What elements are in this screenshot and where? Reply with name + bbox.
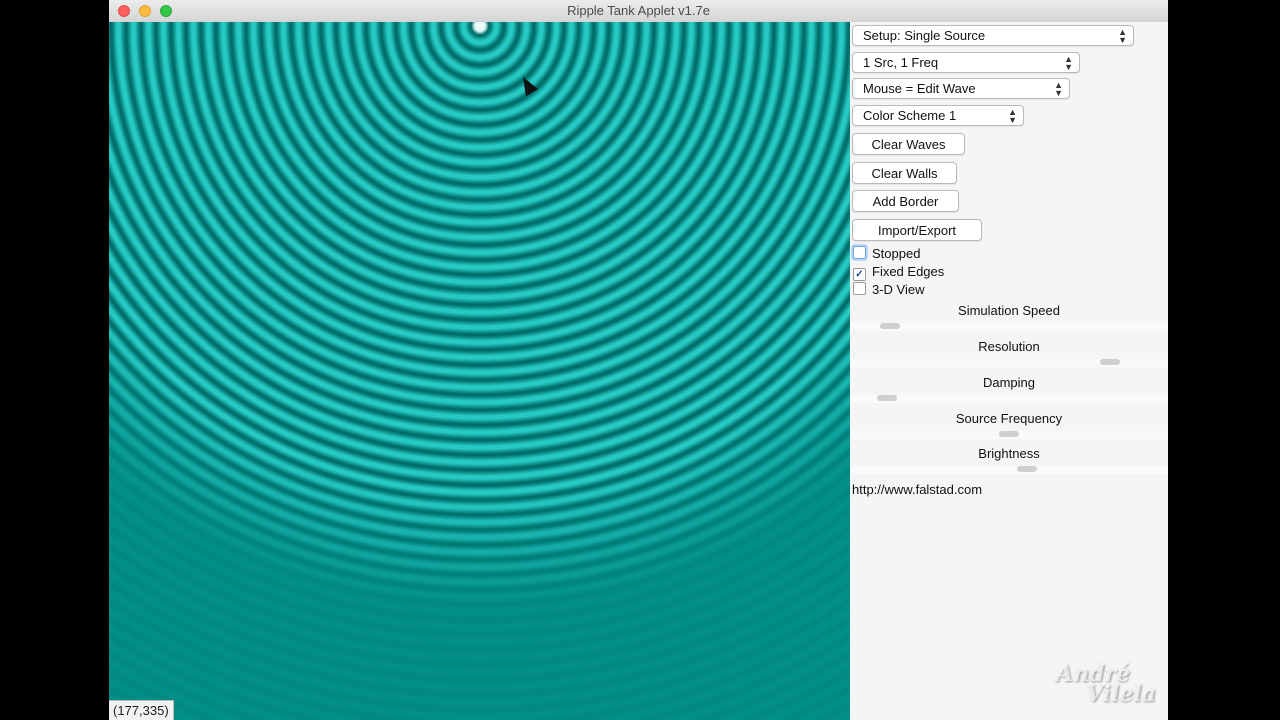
ripple-tank-canvas[interactable]: (177,335) <box>109 22 850 720</box>
source-frequency-slider[interactable] <box>850 431 1168 439</box>
window-title: Ripple Tank Applet v1.7e <box>567 3 710 18</box>
slider-thumb[interactable] <box>999 431 1019 437</box>
checkbox-checked-icon[interactable]: ✓ <box>853 268 866 281</box>
resolution-slider[interactable] <box>850 359 1168 367</box>
clear-walls-button[interactable]: Clear Walls <box>852 162 957 184</box>
clear-waves-button[interactable]: Clear Waves <box>852 133 965 155</box>
source-frequency-label: Source Frequency <box>955 411 1063 426</box>
watermark: André Vilela <box>1056 663 1157 707</box>
checkbox-unchecked-icon[interactable] <box>853 246 866 259</box>
stopped-checkbox[interactable]: Stopped <box>853 246 920 261</box>
import-export-button[interactable]: Import/Export <box>852 219 982 241</box>
color-scheme-select[interactable]: Color Scheme 1 ▲ ▼ <box>852 105 1024 126</box>
fixed-edges-label: Fixed Edges <box>872 264 945 279</box>
control-panel: Setup: Single Source ▲ ▼ 1 Src, 1 Freq ▲ ▼… <box>850 22 1168 720</box>
mouse-mode-select-value: Mouse = Edit Wave <box>863 81 976 96</box>
select-arrows-icon: ▲ ▼ <box>1054 80 1063 98</box>
setup-select[interactable]: Setup: Single Source ▲ ▼ <box>852 25 1134 46</box>
mouse-mode-select[interactable]: Mouse = Edit Wave ▲ ▼ <box>852 78 1070 99</box>
checkbox-unchecked-icon[interactable] <box>853 282 866 295</box>
simulation-speed-label: Simulation Speed <box>958 303 1060 318</box>
fixed-edges-checkbox[interactable]: ✓ Fixed Edges <box>853 264 944 281</box>
select-arrows-icon: ▲ ▼ <box>1064 54 1073 72</box>
3d-view-label: 3-D View <box>872 282 925 297</box>
sources-select[interactable]: 1 Src, 1 Freq ▲ ▼ <box>852 52 1080 73</box>
coordinate-readout: (177,335) <box>109 700 174 720</box>
setup-select-value: Setup: Single Source <box>863 28 986 43</box>
watermark-line2: Vilela <box>1086 681 1157 707</box>
damping-label: Damping <box>982 375 1036 390</box>
3d-view-checkbox[interactable]: 3-D View <box>853 282 925 297</box>
brightness-slider[interactable] <box>850 466 1168 474</box>
sources-select-value: 1 Src, 1 Freq <box>863 55 939 70</box>
simulation-speed-slider[interactable] <box>850 323 1168 331</box>
damping-slider[interactable] <box>850 395 1168 403</box>
slider-thumb[interactable] <box>877 395 897 401</box>
stopped-label: Stopped <box>872 246 921 261</box>
select-arrows-icon: ▲ ▼ <box>1118 27 1127 45</box>
brightness-label: Brightness <box>978 446 1040 461</box>
mouse-pointer-icon <box>516 73 539 97</box>
color-scheme-select-value: Color Scheme 1 <box>863 108 957 123</box>
select-arrows-icon: ▲ ▼ <box>1008 107 1017 125</box>
slider-thumb[interactable] <box>880 323 900 329</box>
slider-thumb[interactable] <box>1017 466 1037 472</box>
falstad-link[interactable]: http://www.falstad.com <box>852 482 982 497</box>
slider-thumb[interactable] <box>1100 359 1120 365</box>
add-border-button[interactable]: Add Border <box>852 190 959 212</box>
resolution-label: Resolution <box>978 339 1040 354</box>
title-bar[interactable]: Ripple Tank Applet v1.7e <box>109 0 1168 23</box>
applet-window: Ripple Tank Applet v1.7e (177,335) Setup… <box>109 0 1168 720</box>
